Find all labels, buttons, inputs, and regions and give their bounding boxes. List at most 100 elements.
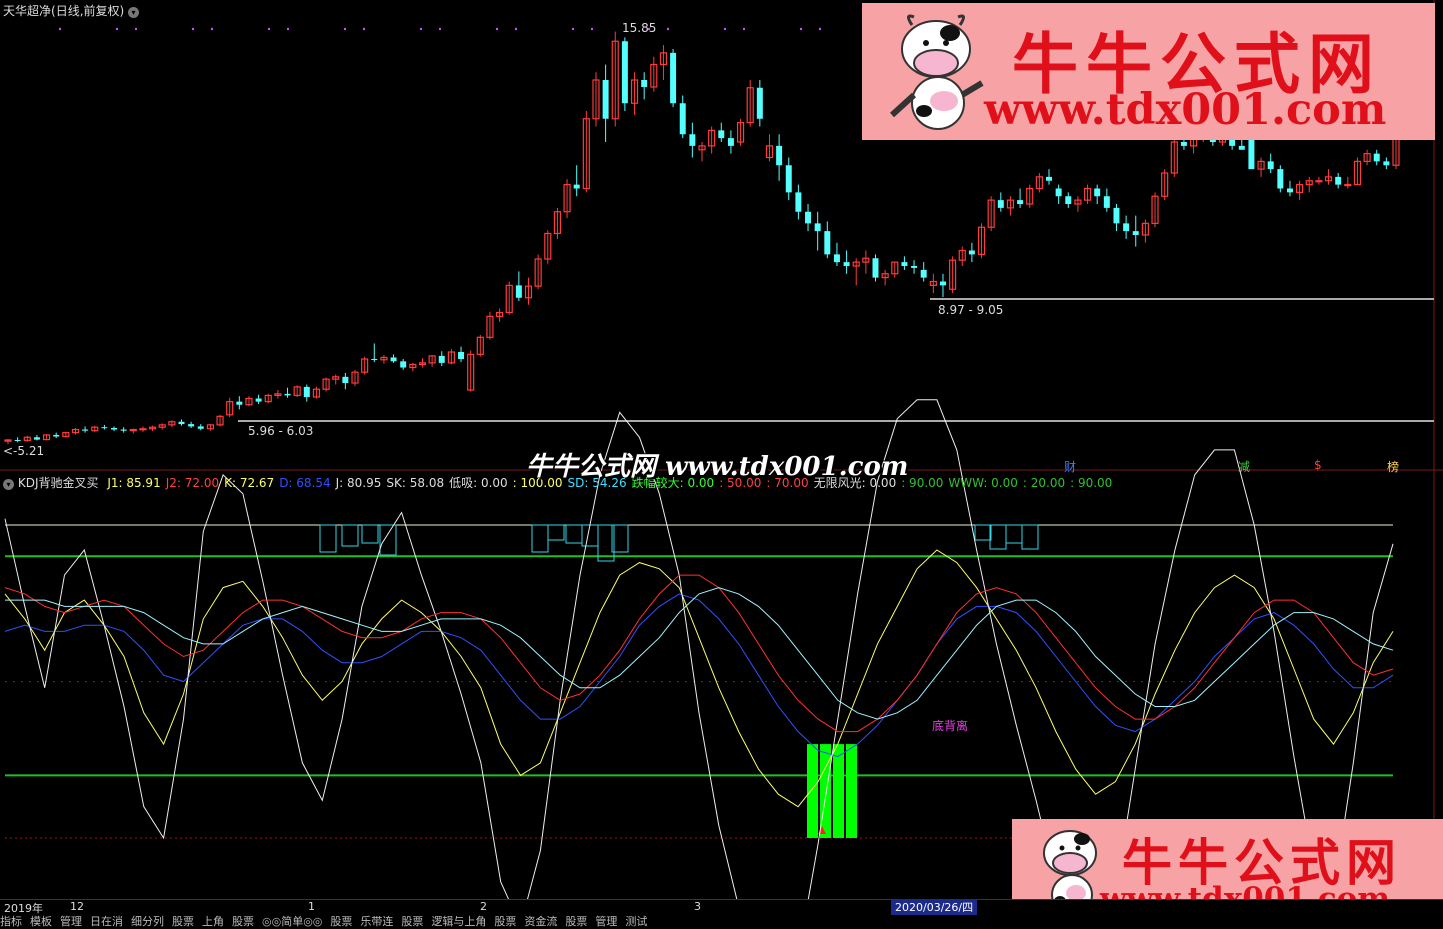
candle-body — [1046, 176, 1052, 181]
cursor-date-label: 2020/03/26/四 — [891, 899, 978, 915]
candle-body — [515, 285, 522, 298]
signal-dot — [438, 27, 442, 31]
cow-logo-icon — [889, 14, 984, 130]
signal-dot — [286, 27, 290, 31]
kdj-line-d — [4, 593, 1394, 758]
signal-dot — [115, 27, 119, 31]
candle-body — [1180, 142, 1187, 146]
candle-body — [756, 87, 763, 119]
event-marker-reduce[interactable]: 减 — [1238, 458, 1250, 475]
candle-body — [1383, 161, 1390, 166]
divergence-label: 底背离 — [932, 719, 969, 733]
candle-body — [1113, 207, 1120, 224]
candle-body — [997, 200, 1004, 208]
event-marker-finance[interactable]: 财 — [1064, 458, 1076, 475]
kdj-readout: J2: 72.00 — [165, 476, 220, 490]
kdj-readout: J: 80.95 — [335, 476, 382, 490]
candle-body — [920, 269, 927, 278]
candle-body — [438, 355, 445, 363]
overbought-box — [547, 524, 565, 541]
candle-body — [139, 428, 147, 431]
candle-body — [111, 427, 118, 430]
event-marker-dollar[interactable]: $ — [1314, 458, 1322, 472]
range-label-1: 5.96 - 6.03 — [248, 424, 314, 438]
candle-body — [371, 359, 378, 360]
signal-dot — [818, 27, 822, 31]
candle-body — [1103, 196, 1110, 208]
candle-body — [1335, 176, 1342, 185]
candle-body — [400, 361, 407, 368]
main-indicator-name: 天华超净 — [3, 4, 52, 18]
signal-dot — [742, 27, 746, 31]
kdj-readout: SK: 58.08 — [386, 476, 445, 490]
overbought-box — [379, 524, 397, 556]
watermark-banner-top: 牛牛公式网 www.tdx001.com — [862, 3, 1435, 140]
candle-body — [1132, 231, 1139, 235]
candle-body — [1238, 145, 1245, 150]
overbought-box — [341, 524, 359, 547]
low-price-value: 5.21 — [17, 444, 45, 458]
candle-body — [14, 439, 21, 441]
signal-dot — [343, 27, 347, 31]
candle-body — [178, 421, 185, 425]
candle-body — [901, 262, 908, 266]
candle-body — [342, 376, 349, 384]
x-tick-3: 3 — [694, 900, 701, 913]
candle-body — [1123, 223, 1130, 232]
candle-body — [602, 80, 609, 119]
candle-body — [284, 393, 291, 396]
overbought-box — [319, 524, 337, 553]
kdj-indicator-name: KDJ背驰金叉买 — [17, 476, 99, 490]
candle-body — [1017, 200, 1024, 204]
candle-body — [814, 223, 821, 232]
candle-body — [458, 352, 465, 359]
signal-dot — [362, 27, 366, 31]
event-marker-list[interactable]: 榜 — [1387, 458, 1399, 475]
candle-body — [824, 231, 831, 255]
kdj-readout: D: 68.54 — [279, 476, 331, 490]
overbought-box — [1021, 524, 1039, 550]
buy-signal-bar — [807, 744, 818, 838]
candle-body — [1373, 153, 1380, 162]
x-tick-2: 2 — [480, 900, 487, 913]
x-tick-12: 12 — [70, 900, 84, 913]
signal-dot — [723, 27, 727, 31]
candle-body — [390, 357, 397, 362]
kdj-readout: K: 72.67 — [224, 476, 275, 490]
signal-dot — [571, 27, 575, 31]
signal-dot — [799, 27, 803, 31]
candle-body — [718, 130, 725, 139]
candle-body — [1286, 188, 1293, 193]
candle-body — [727, 138, 734, 146]
kdj-readout: : 90.00 — [1070, 476, 1113, 490]
main-panel-header: 天华超净(日线,前复权) ▾ — [3, 2, 140, 19]
signal-dot — [495, 27, 499, 31]
bottom-tab-bar: 指标 模板 管理 日在消 细分列 股票 上角 股票 ◎◎简单◎◎ 股票 乐带连 股票 逻辑与上角 股票 资金… — [0, 913, 655, 929]
signal-dot — [514, 27, 518, 31]
overbought-box — [1005, 524, 1023, 544]
range-label-2: 8.97 - 9.05 — [938, 303, 1004, 317]
kdj-readout: J1: 85.91 — [107, 476, 161, 490]
buy-signal-bar — [833, 744, 844, 838]
overbought-box — [565, 524, 583, 544]
candle-body — [795, 192, 802, 212]
candle-body — [939, 281, 946, 286]
candle-body — [1094, 188, 1101, 197]
overbought-box — [361, 524, 379, 544]
candle-body — [197, 426, 204, 429]
candle-body — [1315, 180, 1323, 183]
candle-body — [621, 41, 628, 104]
chevron-down-icon[interactable]: ▾ — [128, 7, 140, 18]
signal-dot — [191, 27, 195, 31]
circle-icon[interactable]: ▾ — [3, 479, 14, 490]
candle-body — [1267, 161, 1274, 170]
candle-body — [805, 211, 812, 224]
candle-body — [872, 258, 879, 278]
kdj-line-k — [4, 549, 1394, 808]
candle-body — [911, 266, 918, 268]
candle-body — [1344, 184, 1352, 187]
candle-body — [679, 103, 686, 135]
candle-body — [670, 52, 677, 104]
candle-body — [33, 437, 40, 440]
watermark-url-top: www.tdx001.com — [984, 85, 1387, 135]
